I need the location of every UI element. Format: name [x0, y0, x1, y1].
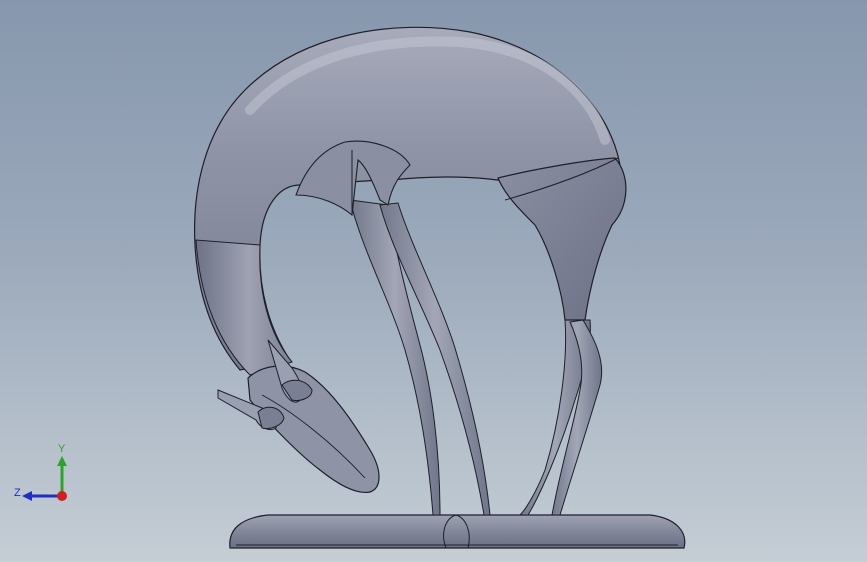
- view-orientation-triad[interactable]: Y Z: [10, 440, 80, 510]
- y-axis-arrow-icon: [57, 456, 67, 466]
- hindquarter: [497, 157, 627, 321]
- rear-legs: [518, 319, 603, 516]
- graphics-viewport[interactable]: Y Z: [0, 0, 867, 562]
- base-plinth: [229, 514, 686, 549]
- model-render[interactable]: [0, 0, 867, 562]
- z-axis-label: Z: [14, 487, 21, 499]
- y-axis-label: Y: [58, 443, 66, 455]
- z-axis-arrow-icon: [22, 491, 32, 501]
- x-axis-dot-icon: [57, 491, 67, 501]
